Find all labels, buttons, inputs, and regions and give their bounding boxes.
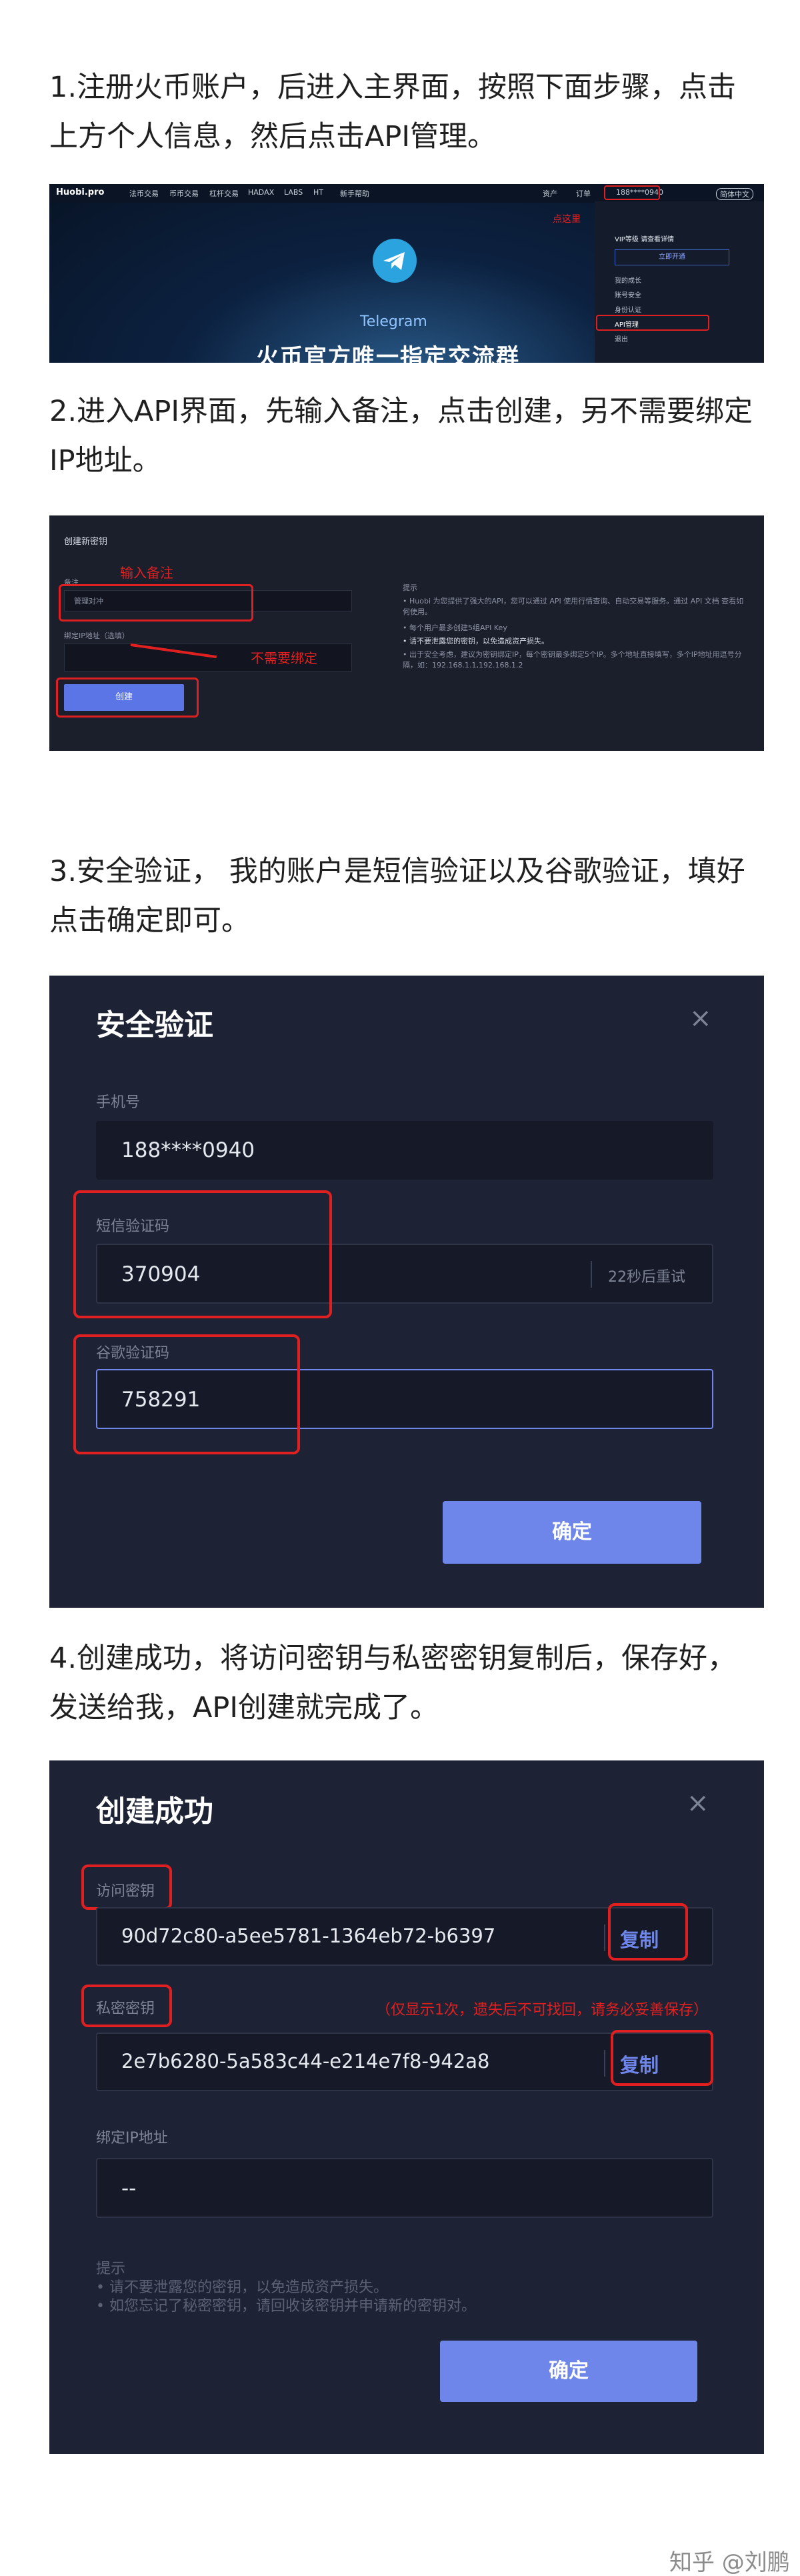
phone-label: 手机号 xyxy=(96,1094,141,1111)
dialog-title: 创建成功 xyxy=(96,1794,213,1828)
phone-value: 188****0940 xyxy=(121,1138,255,1162)
highlight-sms xyxy=(73,1190,332,1318)
highlight-secret-label xyxy=(81,1985,172,2027)
highlight-copy1 xyxy=(608,1903,688,1961)
hint-line: • 每个用户最多创建5组API Key xyxy=(403,623,507,632)
phone-field: 188****0940 xyxy=(96,1121,713,1180)
nav-item[interactable]: 杠杆交易 xyxy=(209,188,239,199)
menu-item-security[interactable]: 账号安全 xyxy=(615,289,641,299)
create-success-dialog: 创建成功 × 访问密钥 90d72c80-a5ee5781-1364eb72-b… xyxy=(49,1760,764,2454)
secret-key-warning: （仅显示1次，遗失后不可找回，请务必妥善保存） xyxy=(376,2002,708,2019)
orders-link[interactable]: 订单 xyxy=(576,188,591,199)
close-icon[interactable]: × xyxy=(689,1005,712,1032)
huobi-logo[interactable]: Huobi.pro xyxy=(56,187,104,197)
nav-item[interactable]: HT xyxy=(313,188,323,197)
copy-divider xyxy=(604,2050,605,2077)
secret-key-value: 2e7b6280-5a583c44-e214e7f8-942a8 xyxy=(121,2050,490,2073)
dialog-title: 安全验证 xyxy=(96,1008,213,1042)
nav-item[interactable]: 新手帮助 xyxy=(340,188,369,199)
security-verification-dialog: 安全验证 × 手机号 188****0940 短信验证码 370904 22秒后… xyxy=(49,976,764,1608)
access-key-value: 90d72c80-a5ee5781-1364eb72-b6397 xyxy=(121,1924,496,1947)
highlight-api-menu xyxy=(596,315,709,331)
nav-item[interactable]: HADAX xyxy=(248,188,274,197)
telegram-label: Telegram xyxy=(360,313,427,330)
menu-item-logout[interactable]: 退出 xyxy=(615,333,628,343)
tip-line: • 如您忘记了秘密密钥，请回收该密钥并申请新的密钥对。 xyxy=(96,2298,476,2315)
copy-divider xyxy=(604,1924,605,1951)
resend-divider xyxy=(591,1261,592,1288)
step-2-text: 2.进入API界面，先输入备注，点击创建，另不需要绑定IP地址。 xyxy=(49,395,753,477)
banner-headline: 火币官方唯一指定交流群 xyxy=(256,344,520,363)
highlight-google xyxy=(73,1334,300,1454)
hint-line: • 出于安全考虑，建议为密钥绑定IP，每个密钥最多绑定5个IP。多个地址直接填写… xyxy=(403,650,742,670)
highlight-create xyxy=(56,678,199,718)
hint-line: • Huobi 为您提供了强大的API，您可以通过 API 使用行情查询、自动交… xyxy=(403,597,744,616)
account-dropdown: VIP等级 请查看详情 立即开通 我的成长 账号安全 身份认证 API管理 退出 xyxy=(595,201,764,363)
ip-address-label: 绑定IP地址 xyxy=(96,2130,168,2147)
confirm-button[interactable]: 确定 xyxy=(443,1501,701,1564)
open-vip-button[interactable]: 立即开通 xyxy=(615,249,729,265)
annotation-no-bind: 不需要绑定 xyxy=(251,650,317,666)
ip-label: 绑定IP地址（选填） xyxy=(64,631,129,640)
step-4-text: 4.创建成功，将访问密钥与私密密钥复制后，保存好，发送给我，API创建就完成了。 xyxy=(49,1642,737,1724)
close-icon[interactable]: × xyxy=(687,1790,709,1816)
zhihu-watermark: 知乎 @刘鹏 xyxy=(669,2549,790,2576)
highlight-account xyxy=(604,185,660,200)
highlight-note xyxy=(59,584,253,621)
screenshot-huobi-home: Huobi.pro 法币交易 币币交易 杠杆交易 HADAX LABS HT 新… xyxy=(49,184,764,363)
nav-item[interactable]: 币币交易 xyxy=(169,188,199,199)
ip-address-field: -- xyxy=(96,2158,713,2218)
language-select[interactable]: 简体中文 xyxy=(716,188,753,200)
nav-item[interactable]: 法币交易 xyxy=(129,188,159,199)
annotation-enter-note: 输入备注 xyxy=(120,565,173,581)
hint-line: • 请不要泄露您的密钥，以免造成资产损失。 xyxy=(403,637,549,646)
menu-item-kyc[interactable]: 身份认证 xyxy=(615,304,641,314)
step-3-text: 3.安全验证， 我的账户是短信验证以及谷歌验证，填好点击确定即可。 xyxy=(49,855,745,938)
sms-resend-countdown[interactable]: 22秒后重试 xyxy=(608,1265,685,1286)
assets-link[interactable]: 资产 xyxy=(543,188,557,199)
menu-header: VIP等级 请查看详情 xyxy=(615,236,674,243)
highlight-access-label xyxy=(81,1864,172,1910)
menu-item-growth[interactable]: 我的成长 xyxy=(615,275,641,285)
step-1-text: 1.注册火币账户，后进入主界面，按照下面步骤，点击上方个人信息，然后点击API管… xyxy=(49,71,737,153)
form-title: 创建新密钥 xyxy=(64,537,108,547)
screenshot-create-api-key: 创建新密钥 备注 管理对冲 输入备注 绑定IP地址（选填） 不需要绑定 创建 提… xyxy=(49,515,764,751)
ip-address-value: -- xyxy=(121,2177,137,2201)
annotation-click-here: 点这里 xyxy=(553,214,581,225)
highlight-copy2 xyxy=(611,2030,713,2086)
nav-item[interactable]: LABS xyxy=(284,188,303,197)
hint-title: 提示 xyxy=(403,583,417,592)
telegram-icon xyxy=(373,239,417,283)
confirm-button[interactable]: 确定 xyxy=(440,2341,697,2402)
